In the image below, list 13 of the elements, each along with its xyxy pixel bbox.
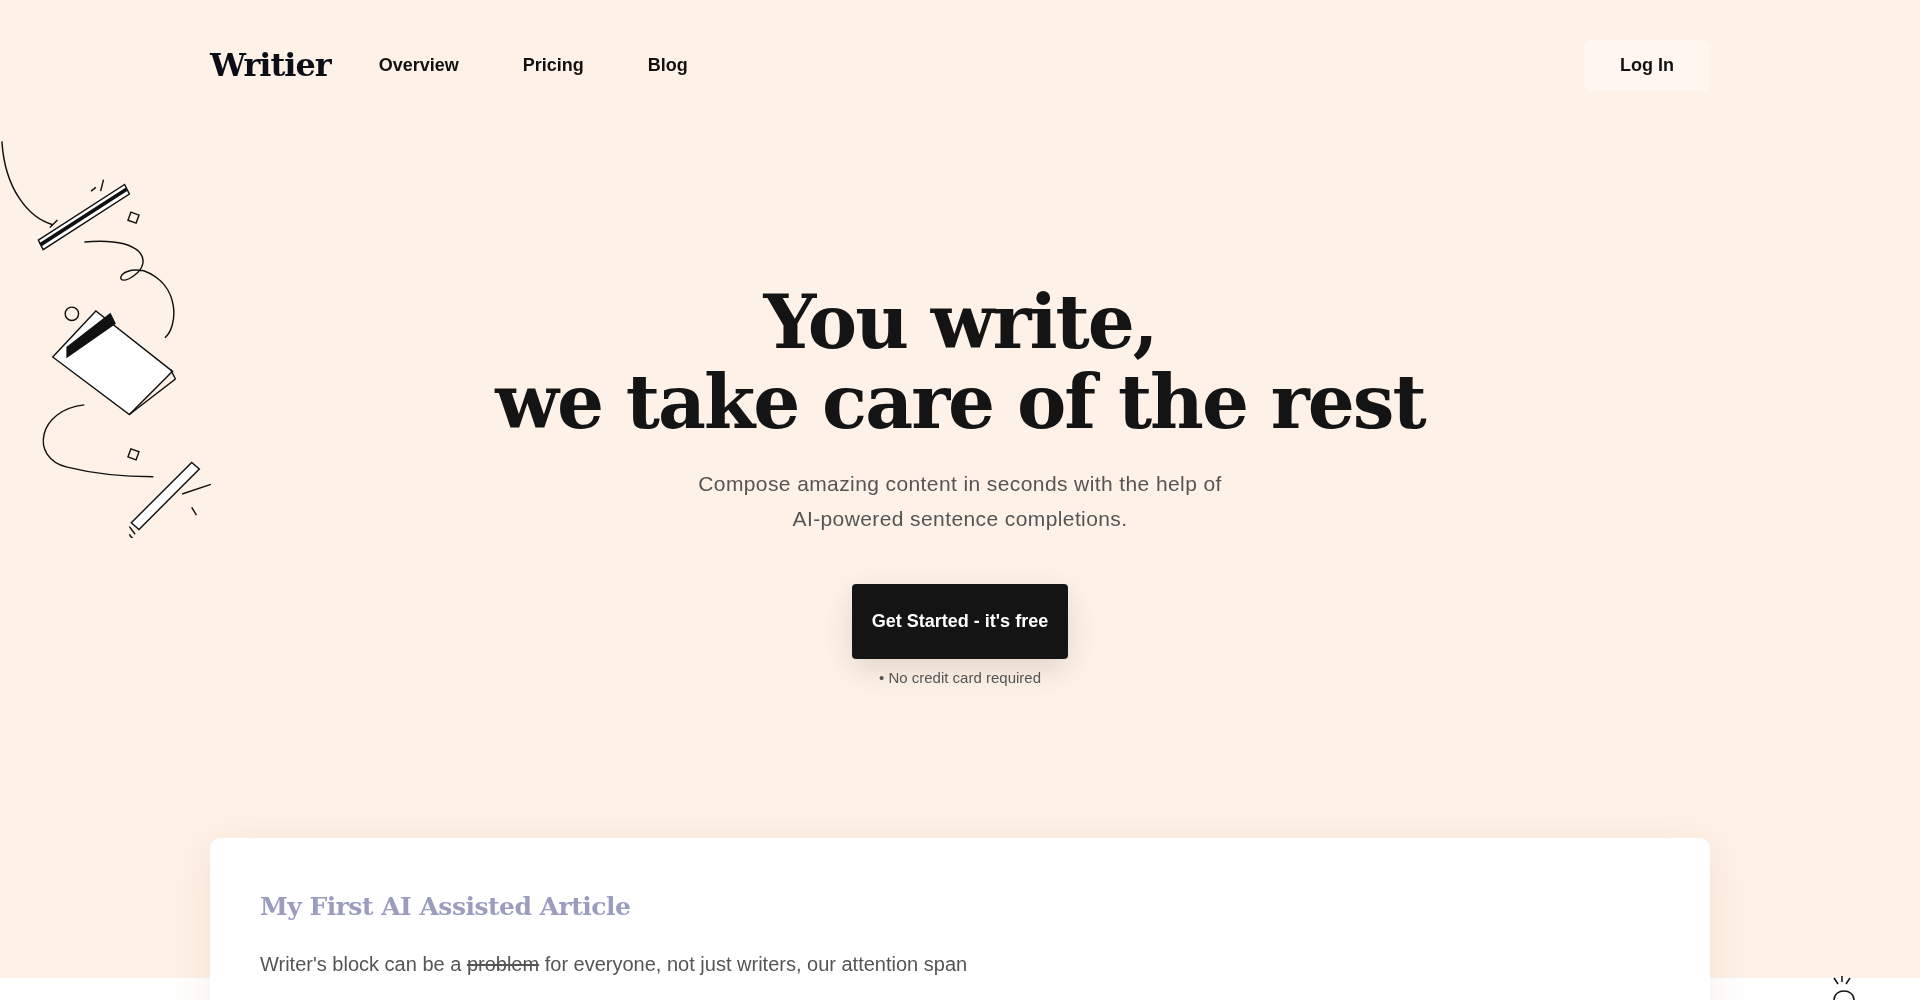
nav-link[interactable]: Overview: [378, 51, 459, 79]
article-title: My First AI Assisted Article: [260, 890, 632, 923]
nav-link[interactable]: Blog: [647, 51, 688, 79]
subtitle: Compose amazing content in seconds with the help of: [697, 471, 1223, 497]
nav-link[interactable]: Pricing: [522, 51, 584, 79]
logo[interactable]: Writier: [210, 41, 331, 89]
no-credit-card-note: • No credit card required: [878, 668, 1042, 688]
get-started-button[interactable]: Get Started - it's free: [851, 584, 1069, 659]
headline: we take care of the rest: [493, 362, 1427, 442]
subtitle: AI-powered sentence completions.: [791, 506, 1129, 532]
article-paragraph: Writer's block can be a problem for everyone, not just writers, our attention span: [260, 952, 969, 977]
headline: You write,: [761, 282, 1158, 362]
login-button[interactable]: Log In: [1584, 39, 1710, 91]
